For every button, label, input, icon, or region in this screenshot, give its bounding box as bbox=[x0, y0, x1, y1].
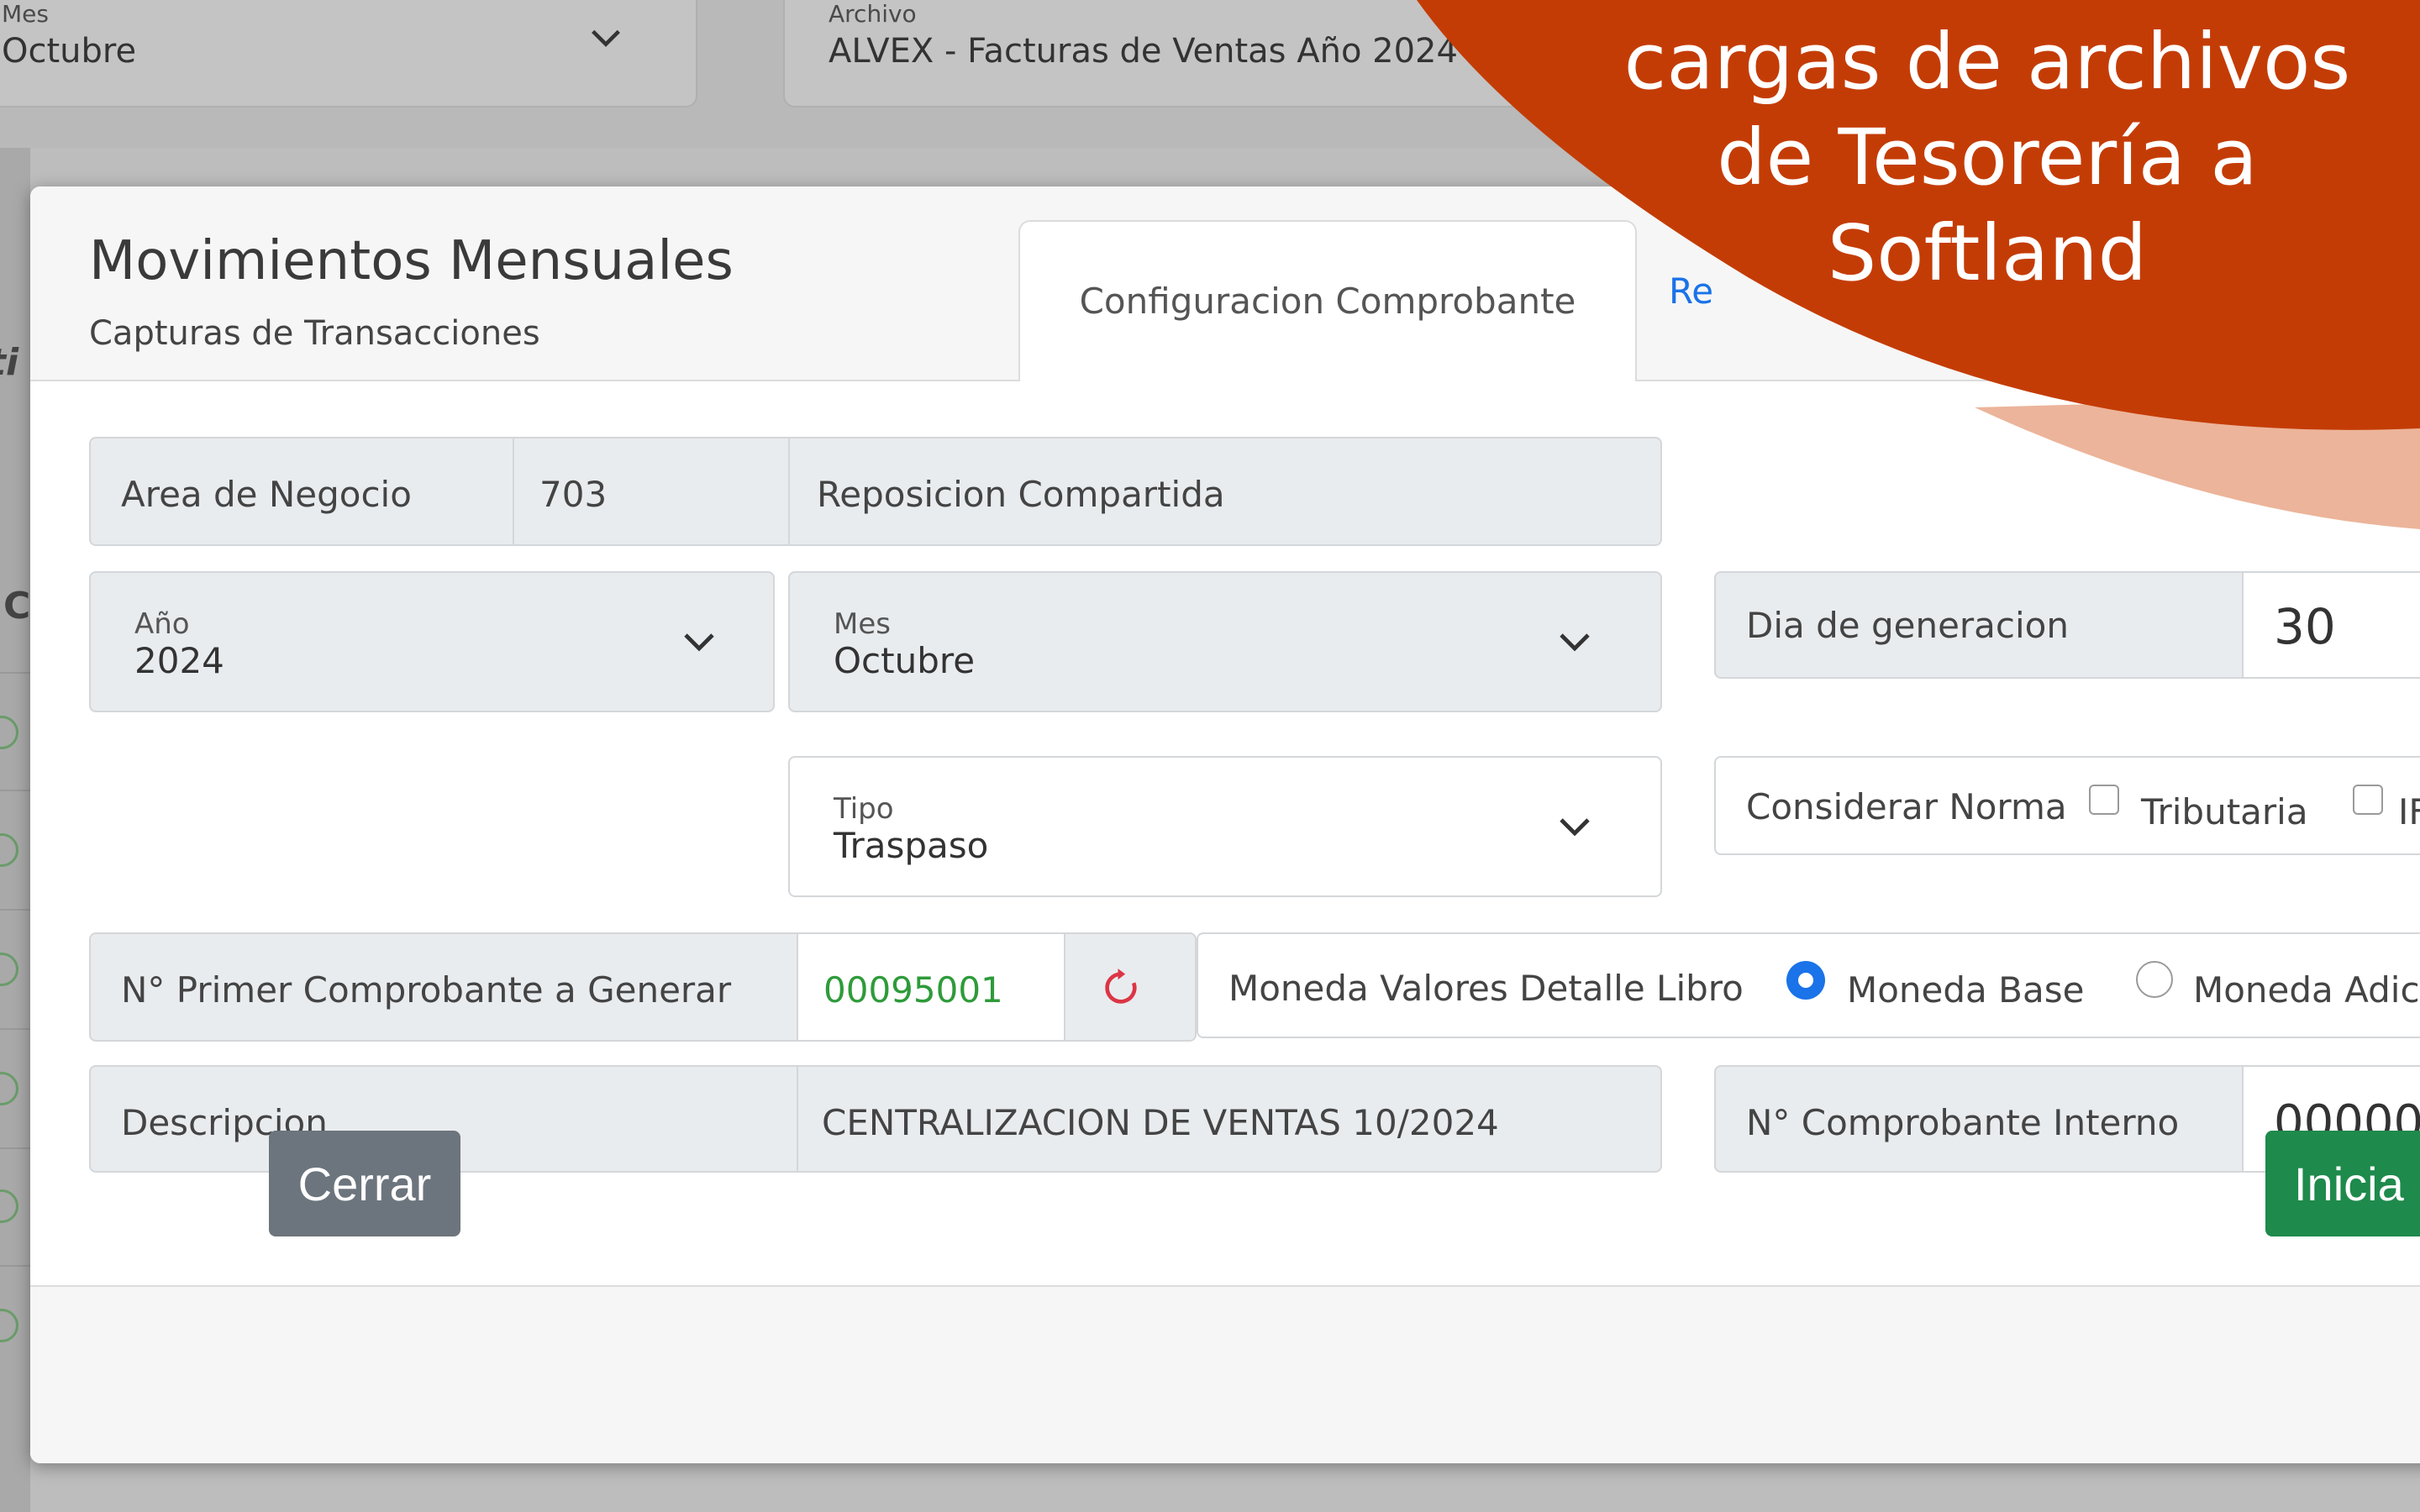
dia-generacion-value: 30 bbox=[2274, 598, 2336, 655]
chevron-down-icon bbox=[1560, 818, 1590, 837]
mes-select[interactable]: Mes Octubre bbox=[788, 571, 1662, 712]
background-row-divider bbox=[0, 909, 30, 911]
divider bbox=[513, 438, 514, 544]
area-negocio-group: Area de Negocio 703 Reposicion Compartid… bbox=[89, 437, 1662, 546]
check-circle-icon bbox=[0, 1309, 18, 1342]
chevron-down-icon bbox=[684, 633, 714, 652]
tipo-select[interactable]: Tipo Traspaso bbox=[788, 756, 1662, 897]
promo-text-line: cargas de archivos bbox=[1623, 17, 2351, 107]
close-button[interactable]: Cerrar bbox=[269, 1131, 460, 1236]
background-file-value: ALVEX - Facturas de Ventas Año 2024 bbox=[829, 32, 1458, 71]
mes-label: Mes bbox=[834, 607, 891, 641]
primer-comprobante-value: 00095001 bbox=[823, 969, 1003, 1011]
primer-comprobante-label: N° Primer Comprobante a Generar bbox=[121, 969, 732, 1011]
check-circle-icon bbox=[0, 953, 18, 986]
background-month-value: Octubre bbox=[2, 32, 137, 71]
anio-value: 2024 bbox=[134, 640, 224, 681]
check-circle-icon bbox=[0, 716, 18, 749]
refresh-icon[interactable] bbox=[1097, 964, 1144, 1011]
background-month-select: Mes Octubre bbox=[0, 0, 697, 108]
dia-generacion-group: Dia de generacion 30 bbox=[1714, 571, 2420, 679]
dia-generacion-label: Dia de generacion bbox=[1746, 605, 2069, 646]
moneda-adicional-radio[interactable] bbox=[2136, 961, 2173, 998]
primer-comprobante-input[interactable]: 00095001 bbox=[797, 934, 1065, 1040]
chevron-down-icon bbox=[592, 29, 620, 47]
moneda-base-radio[interactable] bbox=[1786, 961, 1825, 1000]
primer-comprobante-group: N° Primer Comprobante a Generar 00095001 bbox=[89, 932, 1197, 1042]
background-file-select: Archivo ALVEX - Facturas de Ventas Año 2… bbox=[783, 0, 1539, 108]
modal-footer bbox=[30, 1287, 2420, 1463]
moneda-group: Moneda Valores Detalle Libro Moneda Base… bbox=[1197, 932, 2420, 1038]
descripcion-value[interactable]: CENTRALIZACION DE VENTAS 10/2024 bbox=[822, 1102, 1499, 1143]
dia-generacion-input[interactable]: 30 bbox=[2242, 573, 2420, 677]
background-row-divider bbox=[0, 790, 30, 791]
area-negocio-name: Reposicion Compartida bbox=[817, 474, 1225, 515]
comprobante-interno-label: N° Comprobante Interno bbox=[1746, 1102, 2180, 1143]
ifrs-label: IF bbox=[2398, 791, 2420, 832]
modal-title: Movimientos Mensuales bbox=[89, 230, 734, 292]
promo-text-line: de Tesorería a bbox=[1717, 113, 2258, 202]
chevron-down-icon bbox=[1560, 633, 1590, 652]
check-circle-icon bbox=[0, 1072, 18, 1105]
tributaria-checkbox[interactable] bbox=[2089, 785, 2119, 815]
tributaria-label: Tributaria bbox=[2141, 791, 2308, 832]
divider bbox=[788, 438, 790, 544]
moneda-label: Moneda Valores Detalle Libro bbox=[1228, 968, 1744, 1009]
mes-value: Octubre bbox=[834, 640, 976, 681]
anio-label: Año bbox=[134, 607, 190, 641]
background-row-divider bbox=[0, 1028, 30, 1030]
background-row-divider bbox=[0, 1265, 30, 1267]
tipo-value: Traspaso bbox=[834, 825, 989, 866]
movimientos-modal: Movimientos Mensuales Capturas de Transa… bbox=[30, 186, 2420, 1463]
modal-subtitle: Capturas de Transacciones bbox=[89, 314, 540, 353]
promo-text-line: Softland bbox=[1827, 208, 2148, 298]
check-circle-icon bbox=[0, 833, 18, 867]
moneda-base-label: Moneda Base bbox=[1847, 969, 2085, 1011]
background-row-divider bbox=[0, 1147, 30, 1149]
background-side-letter: ti bbox=[0, 341, 19, 384]
tipo-label: Tipo bbox=[834, 792, 894, 826]
background-side-letter: C bbox=[3, 585, 31, 627]
check-circle-icon bbox=[0, 1189, 18, 1223]
background-table-strip: ti C bbox=[0, 148, 30, 1512]
start-button[interactable]: Inicia bbox=[2265, 1131, 2420, 1236]
divider bbox=[797, 1067, 798, 1171]
background-row-divider bbox=[0, 672, 30, 674]
background-month-label: Mes bbox=[2, 0, 49, 28]
background-file-label: Archivo bbox=[829, 0, 917, 28]
considerar-norma-label: Considerar Norma bbox=[1746, 786, 2067, 827]
area-negocio-label: Area de Negocio bbox=[121, 474, 412, 515]
ifrs-checkbox[interactable] bbox=[2353, 785, 2383, 815]
area-negocio-code: 703 bbox=[539, 474, 608, 515]
moneda-adicional-label: Moneda Adicion bbox=[2193, 969, 2420, 1011]
considerar-norma-group: Considerar Norma Tributaria IF bbox=[1714, 756, 2420, 855]
anio-select[interactable]: Año 2024 bbox=[89, 571, 775, 712]
